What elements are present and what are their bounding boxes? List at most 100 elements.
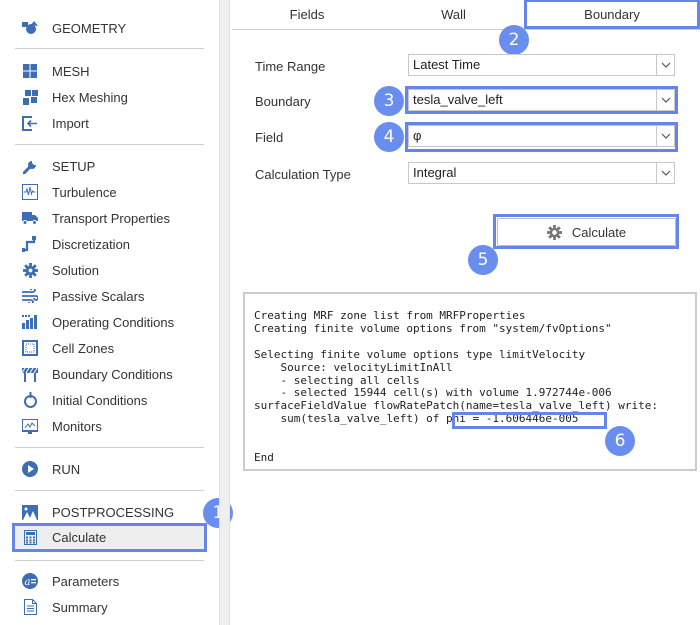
sidebar-item-label: Solution bbox=[52, 262, 99, 278]
divider bbox=[15, 447, 204, 448]
annotation-badge-2: 2 bbox=[499, 25, 529, 55]
annotation-badge-3: 3 bbox=[374, 86, 404, 116]
annotation-badge-6: 6 bbox=[605, 426, 635, 456]
field-select[interactable]: φ bbox=[408, 125, 675, 147]
cell-zones-icon bbox=[22, 340, 38, 356]
sidebar-item-label: Passive Scalars bbox=[52, 288, 145, 304]
chevron-down-icon[interactable] bbox=[656, 90, 674, 110]
wind-icon bbox=[22, 288, 38, 304]
sidebar-item-setup[interactable]: SETUP bbox=[15, 153, 205, 179]
sidebar-item-postprocessing[interactable]: POSTPROCESSING bbox=[15, 499, 205, 525]
boundary-select[interactable]: tesla_valve_left bbox=[408, 89, 675, 111]
sidebar-item-label: Cell Zones bbox=[52, 340, 115, 356]
tab-wall[interactable]: Wall bbox=[382, 0, 525, 28]
sidebar-item-label: SETUP bbox=[52, 158, 96, 174]
calculate-button-label: Calculate bbox=[571, 224, 627, 240]
chevron-down-icon[interactable] bbox=[656, 55, 674, 75]
sidebar-item-label: Operating Conditions bbox=[52, 314, 175, 330]
sidebar-item-turbulence[interactable]: Turbulence bbox=[15, 179, 205, 205]
sidebar-item-hex-meshing[interactable]: Hex Meshing bbox=[15, 84, 205, 110]
console-line: End bbox=[254, 450, 274, 464]
chevron-down-icon[interactable] bbox=[656, 163, 674, 183]
discretization-icon bbox=[22, 236, 38, 252]
gear-icon bbox=[22, 262, 38, 278]
time-range-value: Latest Time bbox=[413, 57, 481, 72]
console-text: Creating MRF zone list from MRFPropertie… bbox=[254, 309, 658, 465]
barrier-icon bbox=[22, 366, 38, 382]
console-line: - selected 15944 cell(s) with volume 1.9… bbox=[280, 386, 612, 400]
import-icon bbox=[22, 115, 38, 131]
calculator-icon bbox=[22, 530, 38, 546]
sidebar-item-run[interactable]: RUN bbox=[15, 456, 205, 482]
stopwatch-icon bbox=[22, 392, 38, 408]
sidebar-item-label: Boundary Conditions bbox=[52, 366, 173, 382]
annotation-badge-4: 4 bbox=[374, 122, 404, 152]
sidebar-item-label: Turbulence bbox=[52, 184, 117, 200]
sidebar-item-calculate[interactable]: Calculate bbox=[12, 523, 207, 552]
sidebar-item-solution[interactable]: Solution bbox=[15, 257, 205, 283]
boundary-value: tesla_valve_left bbox=[413, 92, 503, 107]
mesh-icon bbox=[22, 63, 38, 79]
turbulence-icon bbox=[22, 184, 38, 200]
divider bbox=[15, 560, 204, 561]
bar-chart-icon bbox=[22, 314, 38, 330]
time-range-label: Time Range bbox=[255, 59, 326, 74]
sidebar-item-geometry[interactable]: GEOMETRY bbox=[15, 15, 205, 41]
wrench-icon bbox=[22, 158, 38, 174]
svg-text:a: a bbox=[25, 577, 31, 588]
annotation-badge-5: 5 bbox=[468, 245, 498, 275]
sidebar-item-monitors[interactable]: Monitors bbox=[15, 413, 205, 439]
sidebar-item-label: POSTPROCESSING bbox=[52, 504, 175, 520]
tab-fields[interactable]: Fields bbox=[232, 0, 382, 28]
calculation-type-select[interactable]: Integral bbox=[408, 162, 675, 184]
hex-meshing-icon bbox=[22, 89, 38, 105]
sidebar-item-import[interactable]: Import bbox=[15, 110, 205, 136]
console-line: surfaceFieldValue flowRatePatch(name=tes… bbox=[254, 399, 658, 413]
document-icon bbox=[22, 599, 38, 615]
sidebar-item-passive-scalars[interactable]: Passive Scalars bbox=[15, 283, 205, 309]
sidebar-item-discretization[interactable]: Discretization bbox=[15, 231, 205, 257]
sidebar-item-label: Transport Properties bbox=[52, 210, 171, 226]
console-line: Selecting finite volume options type lim… bbox=[254, 347, 586, 361]
gear-icon bbox=[546, 224, 562, 240]
console-line: - selecting all cells bbox=[280, 373, 420, 387]
geometry-icon bbox=[22, 20, 38, 36]
boundary-label: Boundary bbox=[255, 94, 311, 109]
calculation-type-value: Integral bbox=[413, 165, 457, 180]
sidebar-item-label: RUN bbox=[52, 461, 81, 477]
sidebar-item-transport-properties[interactable]: Transport Properties bbox=[15, 205, 205, 231]
divider bbox=[15, 144, 204, 145]
chevron-down-icon[interactable] bbox=[656, 126, 674, 146]
sidebar-item-parameters[interactable]: a Parameters bbox=[15, 568, 205, 594]
sidebar-item-operating-conditions[interactable]: Operating Conditions bbox=[15, 309, 205, 335]
calculate-button[interactable]: Calculate bbox=[497, 218, 676, 246]
scrollbar-gutter bbox=[219, 0, 230, 625]
sidebar-item-label: Hex Meshing bbox=[52, 89, 128, 105]
sidebar: GEOMETRY MESH Hex Meshing Import SETUP T… bbox=[0, 0, 233, 625]
parameters-icon: a bbox=[22, 573, 38, 589]
tab-boundary[interactable]: Boundary bbox=[524, 0, 700, 29]
calculation-type-label: Calculation Type bbox=[255, 167, 351, 182]
console-line: Creating MRF zone list from MRFPropertie… bbox=[254, 309, 526, 322]
sidebar-item-mesh[interactable]: MESH bbox=[15, 58, 205, 84]
sidebar-item-label: Parameters bbox=[52, 573, 120, 589]
sidebar-item-label: Summary bbox=[52, 599, 108, 615]
sidebar-item-label: MESH bbox=[52, 63, 90, 79]
monitor-icon bbox=[22, 418, 38, 434]
field-label: Field bbox=[255, 130, 284, 145]
sidebar-item-label: Import bbox=[52, 115, 89, 131]
sidebar-item-label: Calculate bbox=[52, 530, 107, 545]
sidebar-item-initial-conditions[interactable]: Initial Conditions bbox=[15, 387, 205, 413]
tab-bar: Fields Wall Boundary bbox=[232, 0, 700, 30]
sidebar-item-boundary-conditions[interactable]: Boundary Conditions bbox=[15, 361, 205, 387]
result-highlight bbox=[452, 412, 607, 429]
truck-icon bbox=[22, 210, 38, 226]
time-range-select[interactable]: Latest Time bbox=[408, 54, 675, 76]
sidebar-item-summary[interactable]: Summary bbox=[15, 594, 205, 620]
console-line: Creating finite volume options from "sys… bbox=[254, 321, 612, 335]
sidebar-item-cell-zones[interactable]: Cell Zones bbox=[15, 335, 205, 361]
sidebar-item-label: Initial Conditions bbox=[52, 392, 148, 408]
divider bbox=[15, 48, 204, 49]
sidebar-item-label: Discretization bbox=[52, 236, 131, 252]
sidebar-item-label: GEOMETRY bbox=[52, 20, 127, 36]
